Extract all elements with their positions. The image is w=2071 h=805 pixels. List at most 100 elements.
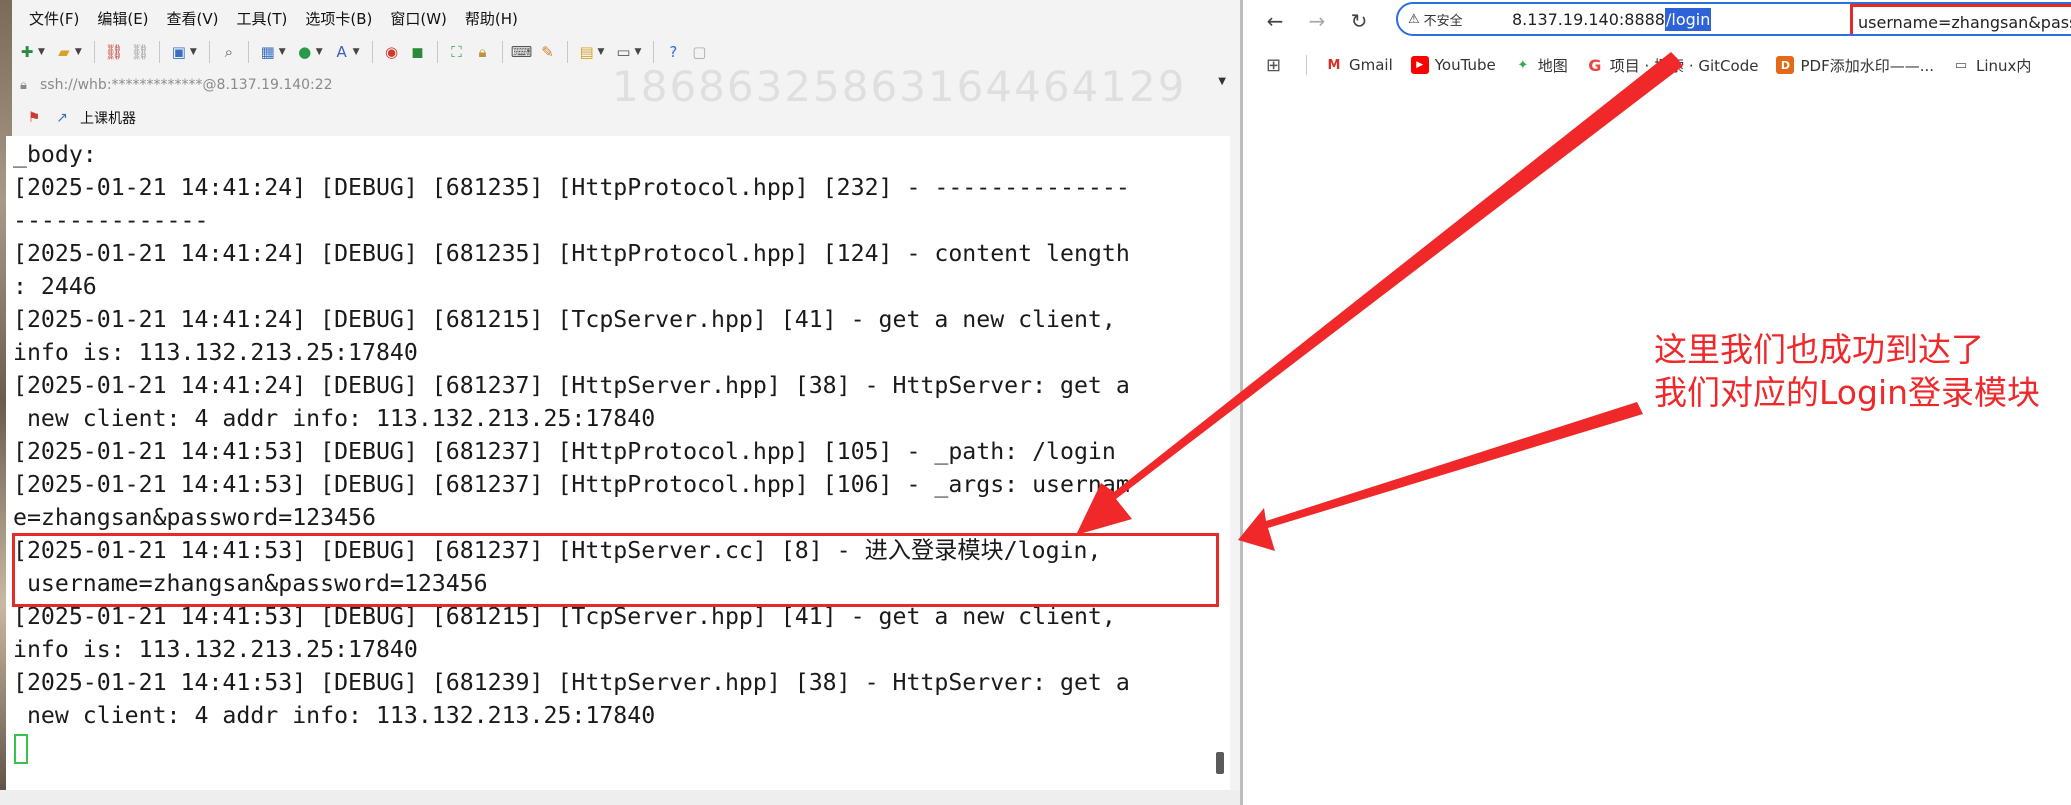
terminal-output[interactable]: _body: [2025-01-21 14:41:24] [DEBUG] [68… (6, 136, 1230, 790)
new-session-icon[interactable]: ✚ (16, 41, 38, 63)
highlight-box-login-log (12, 533, 1219, 607)
menu-tabs[interactable]: 选项卡(B) (296, 4, 381, 34)
log-line: info is: 113.132.213.25:17840 (13, 339, 418, 366)
log-line: new client: 4 addr info: 113.132.213.25:… (13, 405, 656, 432)
session-bar: ⚑ ↗ 上课机器 (24, 104, 136, 132)
security-label: 不安全 (1423, 13, 1463, 29)
url-path-selected: /login (1664, 7, 1712, 31)
script-icon[interactable]: ▤ (576, 41, 598, 63)
chevron-down-icon[interactable]: ▼ (190, 47, 197, 57)
status-strip (0, 790, 1240, 805)
xmanager-icon[interactable]: ◼ (407, 41, 429, 63)
url-query-highlighted: username=zhangsan&password=123456 (1850, 4, 2071, 34)
toolbar-divider (501, 41, 503, 63)
lock-icon: 🔒︎ (20, 77, 27, 93)
layout-icon[interactable]: ▦ (257, 41, 279, 63)
chat-icon[interactable]: ▢ (688, 41, 710, 63)
link-icon[interactable]: ↗ (52, 108, 72, 128)
log-line: [2025-01-21 14:41:24] [DEBUG] [681235] [… (13, 240, 1130, 267)
chevron-down-icon[interactable]: ▼ (598, 47, 605, 57)
bookmark-youtube[interactable]: ▶ YouTube (1410, 56, 1496, 74)
apps-grid-icon[interactable]: ⊞ (1266, 55, 1288, 76)
log-line: info is: 113.132.213.25:17840 (13, 636, 418, 663)
ssh-terminal-window: 文件(F) 编辑(E) 查看(V) 工具(T) 选项卡(B) 窗口(W) 帮助(… (0, 0, 1243, 805)
log-line: e=zhangsan&password=123456 (13, 504, 376, 531)
log-line: [2025-01-21 14:41:24] [DEBUG] [681215] [… (13, 306, 1116, 333)
log-line: [2025-01-21 14:41:53] [DEBUG] [681239] [… (13, 669, 1130, 696)
menu-view[interactable]: 查看(V) (158, 4, 228, 34)
session-address: ssh://whb:*************@8.137.19.140:22 (40, 77, 333, 93)
bookmarks-bar: ⊞ M Gmail ▶ YouTube ✦ 地图 G 项目 · 探索 · Git… (1266, 52, 2031, 78)
annotation-line-1: 这里我们也成功到达了 (1654, 330, 1984, 369)
menu-help[interactable]: 帮助(H) (456, 4, 527, 34)
bookmark-flag-icon[interactable]: ⚑ (24, 108, 44, 128)
properties-icon[interactable]: ▣ (168, 41, 190, 63)
log-line: [2025-01-21 14:41:53] [DEBUG] [681237] [… (13, 438, 1116, 465)
watermark: 18686325863164464129 (612, 62, 1187, 111)
security-indicator[interactable]: ⚠ 不安全 (1398, 10, 1498, 29)
bookmark-linux-folder[interactable]: ▭ Linux内 (1952, 55, 2032, 76)
chevron-down-icon[interactable]: ▼ (353, 47, 360, 57)
open-folder-icon[interactable]: ▰ (53, 41, 75, 63)
lock-icon[interactable]: 🔒︎ (472, 41, 494, 63)
chevron-down-icon[interactable]: ▼ (279, 47, 286, 57)
annotation-line-2: 我们对应的Login登录模块 (1654, 373, 2041, 412)
toolbar-divider (158, 41, 160, 63)
bookmark-pdf-watermark[interactable]: D PDF添加水印——... (1776, 55, 1934, 76)
chevron-down-icon[interactable]: ▼ (634, 47, 641, 57)
menu-edit[interactable]: 编辑(E) (88, 4, 157, 34)
toolbar-divider (208, 41, 210, 63)
forward-arrow-icon[interactable]: → (1302, 6, 1332, 36)
xftp-icon[interactable]: ◉ (381, 41, 403, 63)
disconnect-icon[interactable]: ⛓ (129, 41, 151, 63)
keyboard-icon[interactable]: ⌨ (511, 41, 533, 63)
connect-icon[interactable]: ⛓ (103, 41, 125, 63)
log-line: [2025-01-21 14:41:24] [DEBUG] [681237] [… (13, 372, 1130, 399)
log-line: -------------- (13, 207, 209, 234)
globe-icon[interactable]: ● (294, 41, 316, 63)
folder-icon: ▭ (1954, 57, 1968, 73)
reload-icon[interactable]: ↻ (1344, 6, 1374, 36)
menu-bar: 文件(F) 编辑(E) 查看(V) 工具(T) 选项卡(B) 窗口(W) 帮助(… (20, 4, 527, 34)
maps-icon: ✦ (1517, 57, 1529, 73)
toolbar-divider (436, 41, 438, 63)
session-tab-label[interactable]: 上课机器 (80, 108, 136, 128)
bookmarks-divider (1306, 55, 1307, 75)
menu-tools[interactable]: 工具(T) (228, 4, 297, 34)
chevron-down-icon[interactable]: ▼ (38, 47, 45, 57)
scrollbar-thumb[interactable] (1216, 752, 1224, 774)
chevron-down-icon[interactable]: ▼ (316, 47, 323, 57)
annotation-text: 这里我们也成功到达了 我们对应的Login登录模块 (1654, 328, 2040, 414)
chevron-down-icon[interactable]: ▼ (75, 47, 82, 57)
menu-window[interactable]: 窗口(W) (381, 4, 456, 34)
toolbar-divider (247, 41, 249, 63)
gitcode-icon: G (1588, 55, 1602, 75)
search-icon[interactable]: ⌕ (218, 41, 240, 63)
highlight-pen-icon[interactable]: ✎ (537, 41, 559, 63)
bookmark-gitcode[interactable]: G 项目 · 探索 · GitCode (1586, 55, 1758, 76)
url-bar[interactable]: ⚠ 不安全 8.137.19.140:8888/login username=z… (1396, 2, 2071, 36)
font-icon[interactable]: A (331, 41, 353, 63)
back-arrow-icon[interactable]: ← (1260, 6, 1290, 36)
fullscreen-icon[interactable]: ⛶ (446, 41, 468, 63)
log-line: _body: (13, 141, 97, 168)
log-line: [2025-01-21 14:41:53] [DEBUG] [681237] [… (13, 471, 1130, 498)
toolbar-divider (93, 41, 95, 63)
url-host: 8.137.19.140:8888 (1512, 9, 1665, 29)
log-line: new client: 4 addr info: 113.132.213.25:… (13, 702, 656, 729)
warning-triangle-icon: ⚠ (1408, 11, 1420, 27)
pdf-icon: D (1776, 56, 1795, 74)
log-line: [2025-01-21 14:41:24] [DEBUG] [681235] [… (13, 174, 1130, 201)
toolbar-divider (566, 41, 568, 63)
toolbar-divider (371, 41, 373, 63)
bookmark-maps[interactable]: ✦ 地图 (1514, 55, 1567, 76)
chevron-down-icon[interactable]: ▼ (1218, 76, 1226, 87)
help-icon[interactable]: ? (662, 41, 684, 63)
log-line: : 2446 (13, 273, 97, 300)
tab-layout-icon[interactable]: ▭ (612, 41, 634, 63)
toolbar-divider (653, 41, 655, 63)
bookmark-gmail[interactable]: M Gmail (1325, 56, 1393, 74)
menu-file[interactable]: 文件(F) (20, 4, 88, 34)
gmail-icon: M (1327, 57, 1341, 73)
terminal-cursor (14, 734, 28, 764)
